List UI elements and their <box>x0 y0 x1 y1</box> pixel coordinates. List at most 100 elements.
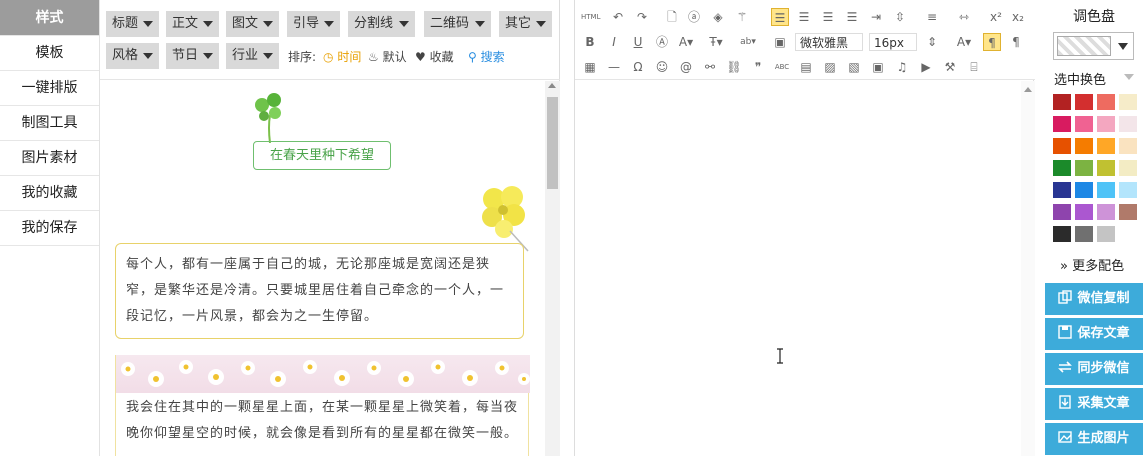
sidebar-item-favorites[interactable]: 我的收藏 <box>0 176 99 211</box>
paste-text-icon[interactable]: ⓐ <box>685 8 703 26</box>
rtl-paragraph-icon[interactable]: ¶ <box>1007 33 1025 51</box>
sidebar-item-saved[interactable]: 我的保存 <box>0 211 99 246</box>
color-swatch[interactable] <box>1097 226 1115 242</box>
preview-icon[interactable]: ⌸ <box>965 58 983 76</box>
caret-down-icon[interactable] <box>1124 74 1134 80</box>
color-swatch[interactable] <box>1053 94 1071 110</box>
scroll-up-arrow-icon[interactable] <box>1024 87 1032 92</box>
insert-image-icon[interactable]: ▣ <box>771 33 789 51</box>
undo-icon[interactable]: ↶ <box>609 8 627 26</box>
color-swatch[interactable] <box>1119 116 1137 132</box>
sidebar-item-drawing-tools[interactable]: 制图工具 <box>0 106 99 141</box>
color-swatch[interactable] <box>1075 204 1093 220</box>
category-industry-dropdown[interactable]: 行业 <box>226 43 279 69</box>
blockquote-icon[interactable]: ❞ <box>749 58 767 76</box>
gallery-icon[interactable]: ▣ <box>869 58 887 76</box>
paragraph-spacing-icon[interactable]: ≡ <box>923 8 941 26</box>
music-icon[interactable]: ♫ <box>893 58 911 76</box>
category-title-dropdown[interactable]: 标题 <box>106 11 159 37</box>
sidebar-item-templates[interactable]: 模板 <box>0 36 99 71</box>
color-swatch[interactable] <box>1097 182 1115 198</box>
color-swatch[interactable] <box>1097 116 1115 132</box>
subscript-icon[interactable]: x₂ <box>1009 8 1027 26</box>
category-guide-dropdown[interactable]: 引导 <box>287 11 340 37</box>
align-justify-icon[interactable]: ☰ <box>843 8 861 26</box>
color-swatch[interactable] <box>1119 160 1137 176</box>
category-other-dropdown[interactable]: 其它 <box>499 11 552 37</box>
sidebar-item-styles[interactable]: 样式 <box>0 0 99 36</box>
scroll-up-arrow-icon[interactable] <box>548 83 556 88</box>
color-swatch[interactable] <box>1119 138 1137 154</box>
color-swatch[interactable] <box>1097 138 1115 154</box>
category-style-dropdown[interactable]: 风格 <box>106 43 159 69</box>
color-swatch[interactable] <box>1053 182 1071 198</box>
quote-card-style[interactable]: 每个人，都有一座属于自己的城，无论那座城是宽阔还是狭窄，是繁华还是冷清。只要城里… <box>115 243 524 339</box>
wechat-copy-button[interactable]: 微信复制 <box>1045 283 1143 315</box>
more-colors-button[interactable]: » 更多配色 <box>1060 255 1124 274</box>
search-button[interactable]: ⚲ 搜索 <box>468 48 505 65</box>
horizontal-rule-icon[interactable]: — <box>605 58 623 76</box>
color-swatch[interactable] <box>1119 182 1137 198</box>
color-swatch[interactable] <box>1053 160 1071 176</box>
color-swatch[interactable] <box>1119 204 1137 220</box>
category-body-dropdown[interactable]: 正文 <box>166 11 219 37</box>
color-swatch[interactable] <box>1097 94 1115 110</box>
indent-icon[interactable]: ⇥ <box>867 8 885 26</box>
daisy-card-style[interactable]: 我会住在其中的一颗星星上面，在某一颗星星上微笑着，每当夜晚你仰望星空的时候，就会… <box>115 355 530 456</box>
new-document-icon[interactable]: 🗋 <box>663 8 681 26</box>
color-swatch[interactable] <box>1097 204 1115 220</box>
align-center-icon[interactable]: ☰ <box>795 8 813 26</box>
color-swatch[interactable] <box>1053 116 1071 132</box>
collect-article-button[interactable]: 采集文章 <box>1045 388 1143 420</box>
color-swatch[interactable] <box>1097 160 1115 176</box>
sidebar-item-auto-layout[interactable]: 一键排版 <box>0 71 99 106</box>
superscript-icon[interactable]: x² <box>987 8 1005 26</box>
table-icon[interactable]: ▦ <box>581 58 599 76</box>
at-mention-icon[interactable]: @ <box>677 58 695 76</box>
redo-icon[interactable]: ↷ <box>633 8 651 26</box>
color-swatch[interactable] <box>1075 160 1093 176</box>
color-swatch[interactable] <box>1053 226 1071 242</box>
multi-image-icon[interactable]: ▧ <box>845 58 863 76</box>
category-image-text-dropdown[interactable]: 图文 <box>226 11 279 37</box>
category-qrcode-dropdown[interactable]: 二维码 <box>424 11 491 37</box>
sort-by-default[interactable]: ♨ 默认 <box>368 48 407 65</box>
link-icon[interactable]: ⚯ <box>701 58 719 76</box>
color-swatch[interactable] <box>1075 182 1093 198</box>
sidebar-item-image-assets[interactable]: 图片素材 <box>0 141 99 176</box>
generate-image-button[interactable]: 生成图片 <box>1045 423 1143 455</box>
text-direction-icon[interactable]: A▾ <box>955 33 973 51</box>
color-swatch[interactable] <box>1075 138 1093 154</box>
emoticon-icon[interactable]: ☺ <box>653 58 671 76</box>
align-left-icon[interactable]: ☰ <box>771 8 789 26</box>
special-char-icon[interactable]: Ω <box>629 58 647 76</box>
underline-icon[interactable]: U <box>629 33 647 51</box>
sort-by-time[interactable]: ◷ 时间 <box>323 48 361 65</box>
unlink-icon[interactable]: ⛓ <box>725 58 743 76</box>
background-color-icon[interactable]: Ŧ▾ <box>707 33 725 51</box>
clear-format-icon[interactable]: ⚒ <box>941 58 959 76</box>
color-swatch[interactable] <box>1053 138 1071 154</box>
text-border-icon[interactable]: Ⓐ <box>653 33 671 51</box>
spring-title-style[interactable]: 在春天里种下希望 <box>253 141 391 170</box>
font-color-icon[interactable]: A▾ <box>677 33 695 51</box>
line-height-icon[interactable]: ⇳ <box>891 8 909 26</box>
color-swatch[interactable] <box>1075 94 1093 110</box>
style-list-scrollbar[interactable] <box>545 81 560 456</box>
video-icon[interactable]: ▶ <box>917 58 935 76</box>
html-source-icon[interactable]: HTML <box>581 8 600 26</box>
eraser-icon[interactable]: ◈ <box>709 8 727 26</box>
palette-pattern-select[interactable] <box>1053 32 1134 60</box>
save-article-button[interactable]: 保存文章 <box>1045 318 1143 350</box>
sort-by-favorites[interactable]: ♥ 收藏 <box>415 48 454 65</box>
align-right-icon[interactable]: ☰ <box>819 8 837 26</box>
text-case-icon[interactable]: ab▾ <box>739 33 757 51</box>
ltr-paragraph-icon[interactable]: ¶ <box>983 33 1001 51</box>
template-icon[interactable]: ▤ <box>797 58 815 76</box>
font-family-select[interactable]: 微软雅黑 <box>795 33 863 51</box>
bold-icon[interactable]: B <box>581 33 599 51</box>
scroll-thumb[interactable] <box>547 97 558 189</box>
editor-scrollbar[interactable] <box>1021 81 1035 456</box>
font-size-select[interactable]: 16px <box>869 33 917 51</box>
format-brush-icon[interactable]: ⚚ <box>733 8 751 26</box>
